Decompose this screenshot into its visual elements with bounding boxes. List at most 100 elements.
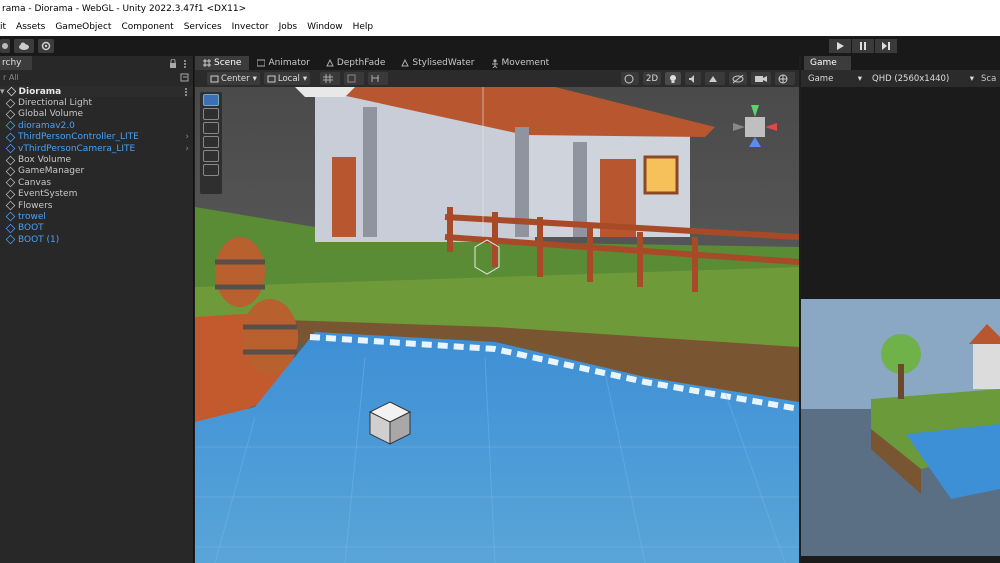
play-button[interactable] bbox=[829, 39, 851, 53]
grid-snap-icon bbox=[323, 74, 334, 83]
scene-root-row[interactable]: ▾ Diorama bbox=[0, 86, 193, 98]
scale-label: Sca bbox=[981, 73, 997, 84]
gameobject-icon bbox=[5, 98, 16, 108]
chevron-right-icon[interactable]: › bbox=[185, 144, 189, 154]
display-dropdown[interactable]: Game ▾ bbox=[805, 72, 865, 85]
view-tool-button[interactable] bbox=[203, 94, 219, 106]
prefab-icon bbox=[5, 223, 16, 234]
cloud-icon bbox=[19, 42, 29, 50]
rect-tool-button[interactable] bbox=[203, 150, 219, 162]
window-title: rama - Diorama - WebGL - Unity 2022.3.47… bbox=[0, 0, 1000, 18]
hierarchy-item[interactable]: Box Volume bbox=[0, 154, 193, 165]
hierarchy-item[interactable]: ThirdPersonController_LITE › bbox=[0, 132, 193, 143]
scene-viewport[interactable] bbox=[195, 87, 799, 563]
menu-window[interactable]: Window bbox=[302, 22, 348, 32]
gizmos-dropdown[interactable] bbox=[775, 72, 795, 85]
tab-movement[interactable]: Movement bbox=[483, 56, 558, 70]
toggle-2d-button[interactable]: 2D bbox=[643, 72, 661, 85]
unity-scene-icon bbox=[6, 86, 16, 97]
vertex-snap-button[interactable] bbox=[368, 72, 389, 85]
audio-toggle-button[interactable] bbox=[685, 72, 701, 85]
hierarchy-item[interactable]: Flowers bbox=[0, 200, 193, 211]
more-menu-icon[interactable] bbox=[184, 87, 188, 97]
shading-mode-button[interactable] bbox=[621, 72, 640, 85]
space-label: Local bbox=[277, 73, 300, 84]
effects-dropdown[interactable] bbox=[705, 72, 725, 85]
playback-controls bbox=[829, 39, 898, 53]
prefab-icon bbox=[5, 143, 16, 154]
lock-icon[interactable] bbox=[169, 58, 177, 68]
tab-depthfade[interactable]: DepthFade bbox=[318, 56, 394, 70]
hierarchy-item[interactable]: trowel bbox=[0, 211, 193, 222]
gameobject-icon bbox=[5, 189, 16, 199]
move-tool-button[interactable] bbox=[203, 108, 219, 120]
pivot-icon bbox=[210, 75, 219, 82]
hierarchy-item[interactable]: dioramav2.0 bbox=[0, 120, 193, 131]
scene-camera-dropdown[interactable] bbox=[751, 72, 771, 85]
hierarchy-item-label: Box Volume bbox=[18, 155, 72, 166]
hierarchy-search-input[interactable]: r All bbox=[3, 73, 19, 82]
cloud-button[interactable] bbox=[14, 39, 34, 53]
speaker-icon bbox=[689, 74, 694, 83]
game-viewport[interactable] bbox=[801, 299, 1000, 556]
prefab-icon bbox=[5, 212, 16, 222]
lighting-toggle-button[interactable] bbox=[665, 72, 681, 85]
tab-stylisedwater[interactable]: StylisedWater bbox=[393, 56, 482, 70]
gameobject-icon bbox=[5, 155, 16, 165]
grid-snap-button[interactable] bbox=[320, 72, 341, 85]
scene-visibility-icon[interactable] bbox=[180, 73, 190, 82]
effects-icon bbox=[709, 75, 717, 82]
menu-component[interactable]: Component bbox=[116, 22, 178, 32]
hierarchy-item[interactable]: EventSystem bbox=[0, 189, 193, 200]
menu-invector[interactable]: Invector bbox=[227, 22, 274, 32]
resolution-dropdown[interactable]: QHD (2560x1440) ▾ bbox=[869, 72, 977, 85]
hierarchy-item[interactable]: BOOT (1) bbox=[0, 234, 193, 245]
transform-tool-button[interactable] bbox=[203, 164, 219, 176]
more-menu-icon[interactable] bbox=[181, 59, 189, 68]
hierarchy-tab[interactable]: rchy bbox=[0, 56, 32, 70]
account-button[interactable] bbox=[0, 39, 10, 53]
menu-gameobject[interactable]: GameObject bbox=[50, 22, 116, 32]
pivot-dropdown[interactable]: Center ▾ bbox=[207, 72, 260, 85]
grid-icon bbox=[203, 59, 211, 67]
pause-button[interactable] bbox=[852, 39, 874, 53]
scale-tool-button[interactable] bbox=[203, 136, 219, 148]
hierarchy-item[interactable]: Global Volume bbox=[0, 109, 193, 120]
menu-bar: it Assets GameObject Component Services … bbox=[0, 18, 1000, 36]
hierarchy-search[interactable]: r All bbox=[0, 70, 193, 84]
gear-icon bbox=[41, 41, 51, 51]
scene-tab-strip: Scene Animator DepthFade StylisedWater M… bbox=[195, 56, 799, 70]
tab-animator[interactable]: Animator bbox=[249, 56, 317, 70]
hierarchy-item[interactable]: Canvas bbox=[0, 177, 193, 188]
increment-snap-icon bbox=[347, 74, 356, 83]
rotate-tool-button[interactable] bbox=[203, 122, 219, 134]
resolution-label: QHD (2560x1440) bbox=[872, 73, 950, 84]
prefab-icon bbox=[5, 234, 16, 245]
hierarchy-item-label: Global Volume bbox=[18, 109, 84, 120]
vertex-snap-icon bbox=[371, 75, 380, 82]
menu-assets[interactable]: Assets bbox=[11, 22, 50, 32]
step-button[interactable] bbox=[875, 39, 897, 53]
expand-arrow-icon[interactable]: ▾ bbox=[0, 87, 5, 97]
tab-scene[interactable]: Scene bbox=[195, 56, 250, 70]
settings-button[interactable] bbox=[38, 39, 54, 53]
transform-tools-palette bbox=[200, 92, 222, 194]
tab-game[interactable]: Game bbox=[804, 56, 851, 70]
hierarchy-item-label: BOOT bbox=[18, 223, 44, 234]
increment-snap-button[interactable] bbox=[344, 72, 365, 85]
gizmo-icon bbox=[778, 74, 788, 83]
hierarchy-item[interactable]: Directional Light bbox=[0, 97, 193, 108]
game-letterbox bbox=[801, 87, 1000, 299]
hierarchy-item[interactable]: vThirdPersonCamera_LITE › bbox=[0, 143, 193, 154]
menu-help[interactable]: Help bbox=[348, 22, 379, 32]
space-dropdown[interactable]: Local ▾ bbox=[263, 72, 311, 85]
hierarchy-item[interactable]: BOOT bbox=[0, 223, 193, 234]
hierarchy-item-label: dioramav2.0 bbox=[18, 120, 75, 131]
chevron-right-icon[interactable]: › bbox=[185, 132, 189, 142]
menu-edit[interactable]: it bbox=[0, 22, 11, 32]
game-tab-strip: Game bbox=[801, 56, 1000, 70]
hidden-objects-button[interactable] bbox=[729, 72, 747, 85]
menu-jobs[interactable]: Jobs bbox=[274, 22, 303, 32]
menu-services[interactable]: Services bbox=[179, 22, 227, 32]
hierarchy-item[interactable]: GameManager bbox=[0, 166, 193, 177]
